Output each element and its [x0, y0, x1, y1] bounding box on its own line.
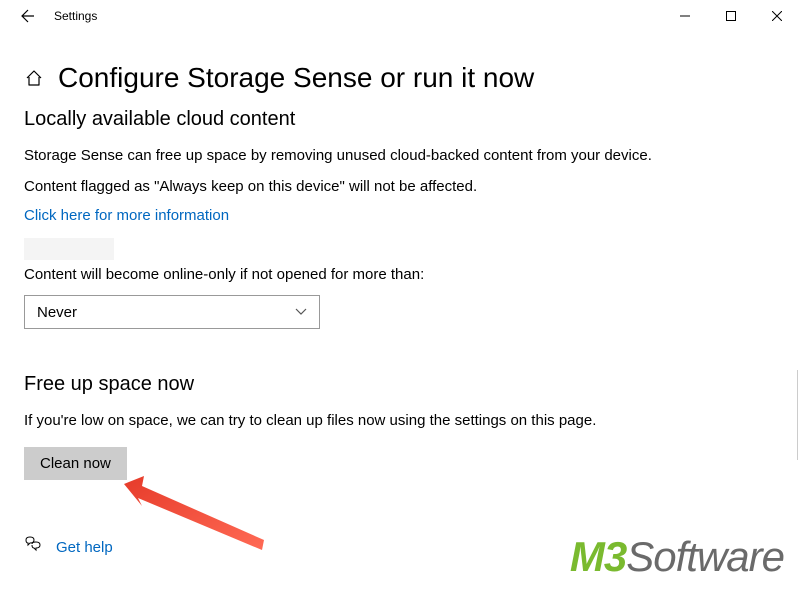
- watermark-brand: M3: [570, 533, 626, 580]
- online-only-label: Content will become online-only if not o…: [24, 264, 776, 285]
- back-arrow-icon: [20, 8, 36, 24]
- chevron-down-icon: [295, 305, 307, 319]
- watermark: M3Software: [570, 533, 784, 581]
- help-icon: [24, 536, 42, 559]
- dropdown-selected-value: Never: [37, 304, 77, 321]
- title-bar: Settings: [0, 0, 800, 32]
- close-icon: [772, 11, 782, 21]
- page-title: Configure Storage Sense or run it now: [58, 62, 534, 94]
- more-info-link[interactable]: Click here for more information: [24, 207, 229, 224]
- home-icon[interactable]: [24, 68, 44, 88]
- window-controls: [662, 0, 800, 32]
- freeup-description: If you're low on space, we can try to cl…: [24, 410, 776, 431]
- minimize-icon: [680, 11, 690, 21]
- cloud-description-2: Content flagged as "Always keep on this …: [24, 176, 776, 197]
- scrollbar-edge[interactable]: [797, 370, 798, 460]
- minimize-button[interactable]: [662, 0, 708, 32]
- cloud-description-1: Storage Sense can free up space by remov…: [24, 145, 776, 166]
- back-button[interactable]: [8, 0, 48, 32]
- get-help-link[interactable]: Get help: [56, 539, 113, 556]
- freeup-section-heading: Free up space now: [24, 373, 776, 396]
- online-only-dropdown[interactable]: Never: [24, 295, 320, 329]
- cloud-section-heading: Locally available cloud content: [24, 108, 776, 131]
- maximize-button[interactable]: [708, 0, 754, 32]
- redacted-account-label: [24, 238, 114, 260]
- page-header: Configure Storage Sense or run it now: [24, 62, 776, 94]
- watermark-name: Software: [626, 533, 784, 580]
- clean-now-button[interactable]: Clean now: [24, 447, 127, 480]
- maximize-icon: [726, 11, 736, 21]
- window-title: Settings: [54, 9, 97, 23]
- close-button[interactable]: [754, 0, 800, 32]
- settings-content: Configure Storage Sense or run it now Lo…: [0, 32, 800, 559]
